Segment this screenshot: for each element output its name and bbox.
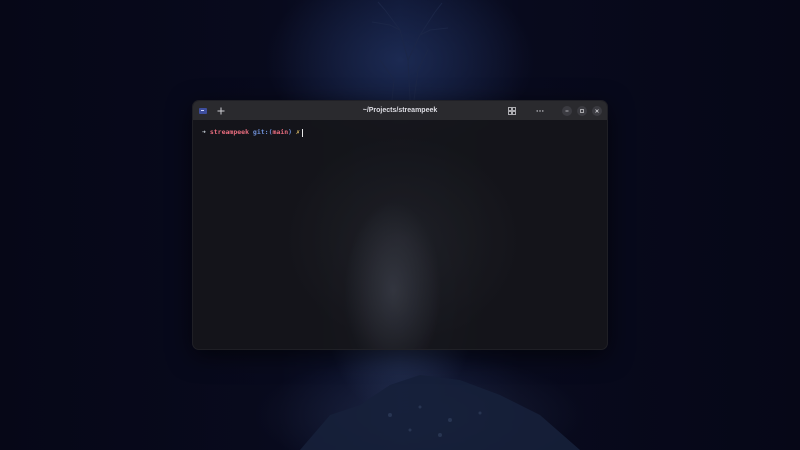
terminal-window[interactable]: ~/Projects/streampeek ➜ streampeek git: …	[192, 100, 608, 350]
titlebar-right-controls	[506, 101, 602, 120]
plus-icon	[217, 107, 225, 114]
text-cursor	[301, 128, 303, 137]
prompt-line: ➜ streampeek git:(main) ✗	[202, 128, 607, 137]
titlebar[interactable]: ~/Projects/streampeek	[193, 101, 607, 120]
minimize-button[interactable]	[562, 105, 572, 116]
prompt-dirty-marker: ✗	[295, 128, 300, 136]
terminal-output[interactable]: ➜ streampeek git:(main) ✗	[193, 120, 607, 349]
view-grid-button[interactable]	[506, 105, 517, 116]
titlebar-left-controls	[199, 101, 227, 120]
wallpaper-tree-branches	[371, 1, 449, 100]
minimize-icon	[565, 110, 569, 111]
menu-button[interactable]	[534, 105, 545, 116]
maximize-icon	[580, 108, 584, 113]
terminal-app-icon[interactable]	[199, 107, 207, 114]
prompt-branch: main	[272, 128, 289, 136]
desktop: ~/Projects/streampeek ➜ streampeek git: …	[0, 0, 800, 450]
grid-icon	[507, 106, 516, 115]
maximize-button[interactable]	[577, 105, 587, 116]
close-button[interactable]	[592, 105, 602, 116]
prompt-directory: streampeek	[209, 128, 249, 136]
new-tab-button[interactable]	[215, 105, 227, 117]
prompt-git-label: git:	[252, 128, 269, 136]
ellipsis-icon	[536, 109, 543, 112]
close-icon	[595, 108, 599, 113]
wallpaper-rocky-ground	[300, 375, 580, 450]
